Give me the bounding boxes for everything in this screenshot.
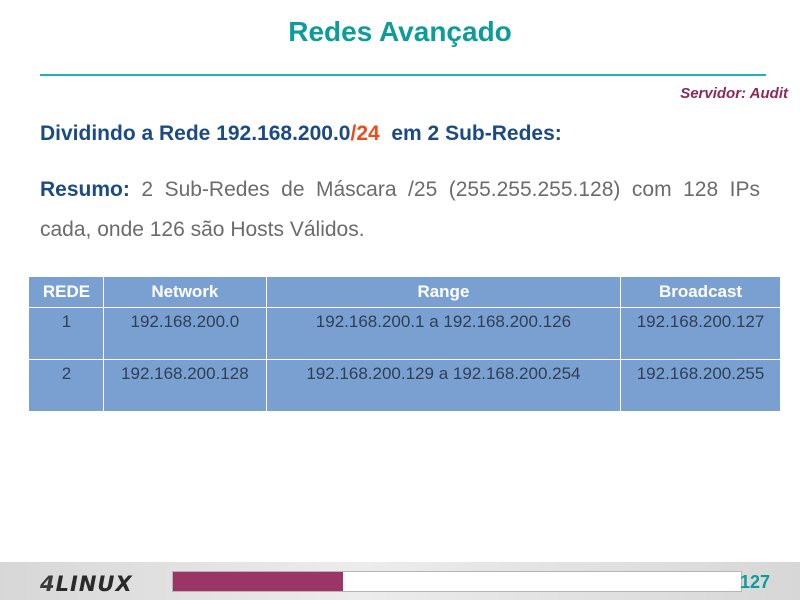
cell-range: 192.168.200.129 a 192.168.200.254 xyxy=(265,359,622,412)
summary-paragraph: Resumo: 2 Sub-Redes de Máscara /25 (255.… xyxy=(40,170,760,250)
header-network: Network xyxy=(102,276,267,308)
cell-rede: 1 xyxy=(29,307,104,360)
subnet-table: REDE Network Range Broadcast 1 192.168.2… xyxy=(29,276,781,412)
heading-suffix: em 2 Sub-Redes: xyxy=(379,122,562,145)
heading-network: Dividindo a Rede 192.168.200.0 xyxy=(40,122,351,145)
logo-number: 4 xyxy=(40,572,56,596)
logo-text: LINUX xyxy=(55,572,133,596)
table-header-row: REDE Network Range Broadcast xyxy=(29,276,781,308)
slide-progress-fill xyxy=(173,572,344,591)
header-rede: REDE xyxy=(29,276,104,308)
cell-broadcast: 192.168.200.127 xyxy=(620,307,781,360)
header-range: Range xyxy=(265,276,622,308)
table-row: 2 192.168.200.128 192.168.200.129 a 192.… xyxy=(29,359,781,412)
slide-progress-bar xyxy=(172,571,742,592)
server-label: Servidor: Audit xyxy=(680,85,788,102)
cell-range: 192.168.200.1 a 192.168.200.126 xyxy=(265,307,622,360)
title-divider xyxy=(40,74,766,76)
cell-rede: 2 xyxy=(29,359,104,412)
cell-broadcast: 192.168.200.255 xyxy=(620,359,781,412)
heading-mask: /24 xyxy=(350,122,380,145)
table-row: 1 192.168.200.0 192.168.200.1 a 192.168.… xyxy=(29,307,781,360)
cell-network: 192.168.200.128 xyxy=(102,359,267,412)
slide-title: Redes Avançado xyxy=(288,16,512,47)
header-broadcast: Broadcast xyxy=(620,276,781,308)
page-number: 127 xyxy=(739,572,770,592)
summary-text: 2 Sub-Redes de Máscara /25 (255.255.255.… xyxy=(40,178,760,241)
brand-logo: 4LINUX xyxy=(40,572,133,596)
cell-network: 192.168.200.0 xyxy=(102,307,267,360)
section-heading: Dividindo a Rede 192.168.200.0/24 em 2 S… xyxy=(40,122,562,146)
summary-label: Resumo: xyxy=(40,178,130,201)
